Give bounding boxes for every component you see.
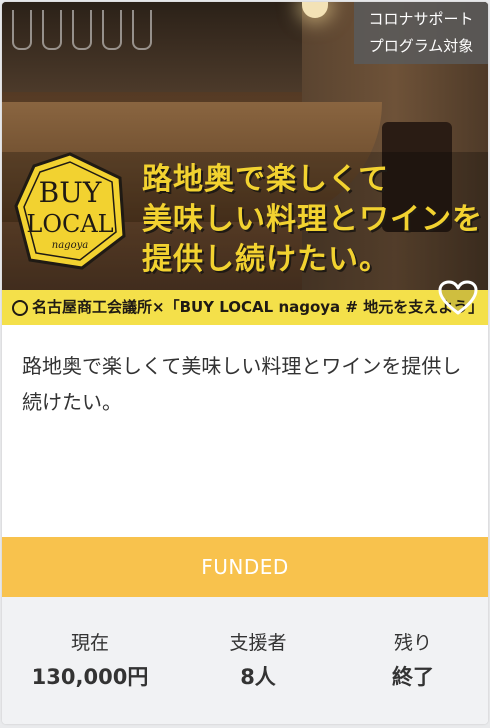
stat-value: 130,000円 <box>31 665 149 689</box>
stat-label: 現在 <box>70 632 109 654</box>
favorite-button[interactable] <box>438 280 478 316</box>
hero-headline: 路地奥で楽しくて 美味しい料理とワインを 提供し続けたい。 <box>142 160 482 280</box>
logo-buy: BUY <box>39 176 102 209</box>
sponsor-strip: 名古屋商工会議所×「BUY LOCAL nagoya # 地元を支えよう」 <box>2 290 488 325</box>
headline-line: 路地奥で楽しくて <box>142 162 390 197</box>
logo-nagoya: nagoya <box>52 240 88 251</box>
badge-line-2: プログラム対象 <box>368 37 474 55</box>
project-title[interactable]: 路地奥で楽しくて美味しい料理とワインを提供し続けたい。 <box>22 348 468 420</box>
stat-label: 残り <box>393 632 432 654</box>
stat-value: 8人 <box>240 665 276 689</box>
headline-line: 提供し続けたい。 <box>142 242 390 277</box>
buy-local-logo: BUY LOCAL nagoya <box>12 150 128 272</box>
status-bar: FUNDED <box>2 537 488 597</box>
program-badge: コロナサポート プログラム対象 <box>354 2 488 64</box>
stat-current-amount: 現在 130,000円 <box>2 597 178 724</box>
badge-line-1: コロナサポート <box>368 10 474 28</box>
project-thumbnail[interactable]: BUY LOCAL nagoya 路地奥で楽しくて 美味しい料理とワインを 提供… <box>2 2 488 325</box>
project-card[interactable]: BUY LOCAL nagoya 路地奥で楽しくて 美味しい料理とワインを 提供… <box>2 2 488 724</box>
project-stats: 現在 130,000円 支援者 8人 残り 終了 <box>2 597 488 724</box>
stat-label: 支援者 <box>229 632 287 654</box>
wine-glass <box>72 10 92 50</box>
wine-glass <box>132 10 152 50</box>
headline-line: 美味しい料理とワインを <box>142 202 483 237</box>
stat-remaining: 残り 終了 <box>338 597 488 724</box>
wine-glass <box>102 10 122 50</box>
stat-value: 終了 <box>392 665 434 689</box>
stat-supporters: 支援者 8人 <box>178 597 338 724</box>
chamber-emblem-icon <box>12 300 28 316</box>
sponsor-strip-text: 名古屋商工会議所×「BUY LOCAL nagoya # 地元を支えよう」 <box>32 298 484 316</box>
heart-icon <box>438 280 478 315</box>
logo-local: LOCAL <box>26 210 113 238</box>
wine-glass <box>42 10 62 50</box>
wine-glass <box>12 10 32 50</box>
